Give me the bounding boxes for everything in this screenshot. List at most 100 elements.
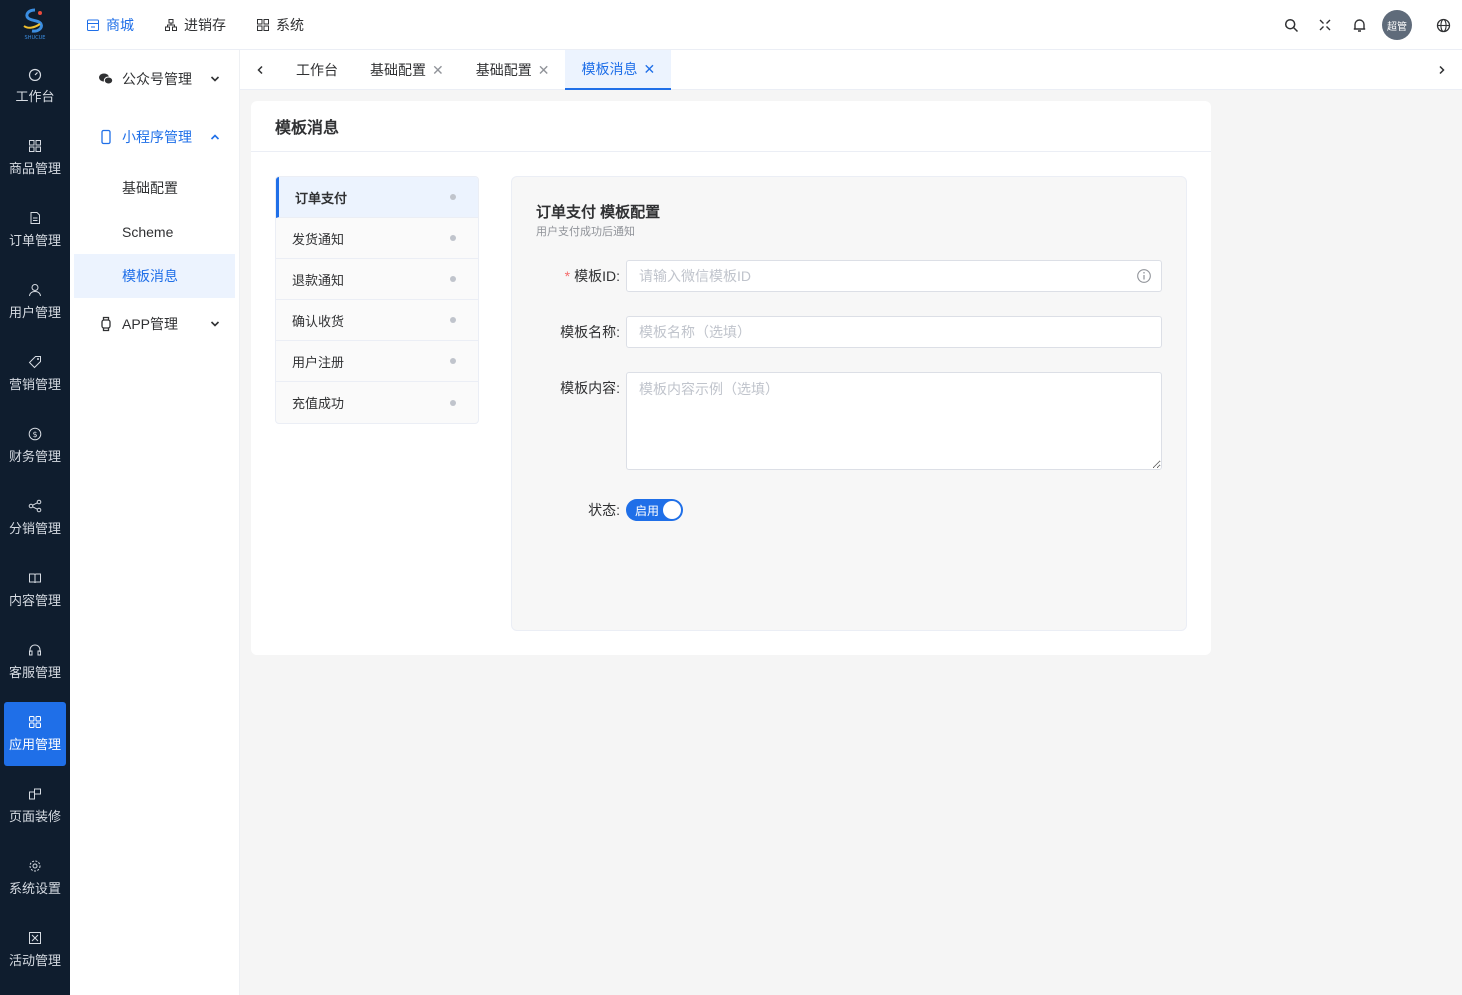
tab-template-message[interactable]: 模板消息 ✕ [565, 50, 672, 90]
status-dot [450, 276, 456, 282]
submenu-group-label: 公众号管理 [122, 71, 192, 87]
fullscreen-button[interactable] [1308, 8, 1342, 42]
rail-item-marketing[interactable]: 营销管理 [0, 338, 70, 410]
template-item-order-paid[interactable]: 订单支付 [276, 177, 478, 218]
top-nav-label: 商城 [106, 17, 134, 33]
phone-icon [98, 129, 114, 145]
user-icon [28, 283, 42, 297]
info-icon[interactable] [1136, 268, 1152, 284]
template-content-label: 模板内容: [560, 380, 620, 396]
status-label: 状态: [588, 502, 620, 518]
rail-item-dashboard[interactable]: 工作台 [0, 50, 70, 122]
status-toggle[interactable]: 启用 [626, 499, 683, 521]
gear-icon [28, 859, 42, 873]
rail-item-apps[interactable]: 应用管理 [4, 702, 66, 766]
template-item-refund[interactable]: 退款通知 [276, 259, 478, 300]
status-toggle-knob [663, 501, 681, 519]
rail-item-label: 工作台 [15, 89, 55, 104]
chevron-up-icon [210, 134, 220, 140]
template-id-input[interactable] [626, 260, 1162, 292]
notification-button[interactable] [1342, 8, 1376, 42]
logo-icon: SHUCUE [23, 8, 45, 41]
tabs-scroll-right[interactable] [1422, 50, 1462, 90]
template-message-card: 模板消息 订单支付 发货通知 退款通知 确认收货 用户注册 充值成功 订单支付 … [251, 101, 1211, 655]
rail-item-content[interactable]: 内容管理 [0, 554, 70, 626]
status-dot [450, 194, 456, 200]
template-name-input[interactable] [626, 316, 1162, 348]
template-item-shipped[interactable]: 发货通知 [276, 218, 478, 259]
close-icon[interactable]: ✕ [643, 62, 655, 76]
top-nav-store[interactable]: 商城 [86, 15, 134, 35]
rail-item-orders[interactable]: 订单管理 [0, 194, 70, 266]
rail-item-activity[interactable]: 活动管理 [0, 914, 70, 986]
watch-icon [98, 316, 114, 332]
rail-item-settings[interactable]: 系统设置 [0, 842, 70, 914]
language-button[interactable] [1426, 8, 1460, 42]
rail-item-products[interactable]: 商品管理 [0, 122, 70, 194]
submenu-group-mini-program[interactable]: 小程序管理 [70, 108, 239, 166]
svg-text:$: $ [32, 430, 37, 439]
submenu-item-basic-config[interactable]: 基础配置 [70, 166, 239, 210]
tab-basic-config[interactable]: 基础配置 ✕ [354, 50, 460, 90]
dollar-icon: $ [28, 427, 42, 441]
template-item-user-register[interactable]: 用户注册 [276, 341, 478, 382]
page-title: 模板消息 [251, 101, 1211, 152]
top-nav-system[interactable]: 系统 [256, 15, 304, 35]
chevron-down-icon [210, 76, 220, 82]
avatar[interactable]: 超管 [1382, 10, 1412, 40]
template-item-label: 退款通知 [292, 272, 345, 288]
close-icon[interactable]: ✕ [432, 63, 444, 77]
template-item-label: 充值成功 [292, 396, 345, 411]
rail-item-label: 营销管理 [8, 377, 61, 392]
form-row-template-name: 模板名称: [512, 316, 1162, 348]
rail-item-label: 商品管理 [8, 161, 61, 176]
template-item-label: 订单支付 [295, 190, 348, 206]
template-config-panel: 订单支付 模板配置 用户支付成功后通知 *模板ID: 模板名称: 模板内容: 状… [511, 176, 1187, 631]
submenu-item-template-message[interactable]: 模板消息 [74, 254, 235, 298]
template-item-recharge[interactable]: 充值成功 [276, 382, 478, 423]
rail-item-distribution[interactable]: 分销管理 [0, 482, 70, 554]
template-item-confirm-receipt[interactable]: 确认收货 [276, 300, 478, 341]
tab-dashboard[interactable]: 工作台 [280, 50, 354, 90]
template-content-textarea[interactable] [626, 372, 1162, 470]
search-button[interactable] [1274, 8, 1308, 42]
tab-basic-config-2[interactable]: 基础配置 ✕ [460, 50, 566, 90]
submenu-group-official-account[interactable]: 公众号管理 [70, 50, 239, 108]
rail-item-users[interactable]: 用户管理 [0, 266, 70, 338]
submenu-group-app[interactable]: APP管理 [70, 298, 239, 350]
rail-item-finance[interactable]: $ 财务管理 [0, 410, 70, 482]
apps-icon [28, 715, 42, 729]
share-icon [28, 499, 42, 513]
form-row-status: 状态: 启用 [512, 494, 683, 526]
tabs: 工作台 基础配置 ✕ 基础配置 ✕ 模板消息 ✕ [280, 50, 672, 90]
document-icon [28, 211, 42, 225]
template-item-label: 用户注册 [292, 354, 345, 370]
template-item-label: 发货通知 [292, 231, 345, 247]
chevron-left-icon [257, 65, 263, 75]
rail-item-decoration[interactable]: 页面装修 [0, 770, 70, 842]
activity-icon [28, 931, 42, 945]
form-row-template-id: * 模板ID: [512, 260, 1162, 292]
form-row-template-content: 模板内容: [512, 372, 1162, 470]
wechat-icon [98, 71, 114, 87]
rail-item-label: 客服管理 [8, 665, 61, 680]
close-icon[interactable]: ✕ [538, 63, 550, 77]
tab-label: 工作台 [296, 62, 338, 78]
logo[interactable]: SHUCUE [0, 0, 70, 50]
tab-label: 基础配置 [475, 62, 532, 78]
tag-icon [28, 355, 42, 369]
apps-icon [257, 19, 269, 31]
required-mark: * [564, 268, 571, 284]
globe-icon [1436, 18, 1450, 32]
submenu-item-scheme[interactable]: Scheme [70, 210, 239, 254]
panel-title: 订单支付 模板配置 [536, 204, 661, 221]
top-nav-inventory[interactable]: 进销存 [164, 15, 226, 35]
status-dot [450, 317, 456, 323]
rail-item-service[interactable]: 客服管理 [0, 626, 70, 698]
secondary-menu: 公众号管理 小程序管理 基础配置 Scheme 模板消息 APP管理 [70, 50, 240, 995]
status-toggle-text: 启用 [635, 503, 660, 518]
search-icon [1284, 18, 1298, 32]
rail-item-label: 系统设置 [8, 881, 61, 896]
main-sidebar: SHUCUE 工作台 商品管理 订单管理 用户管理 营销管理 $ 财务管理 分销… [0, 0, 70, 995]
tabs-scroll-left[interactable] [240, 50, 280, 90]
